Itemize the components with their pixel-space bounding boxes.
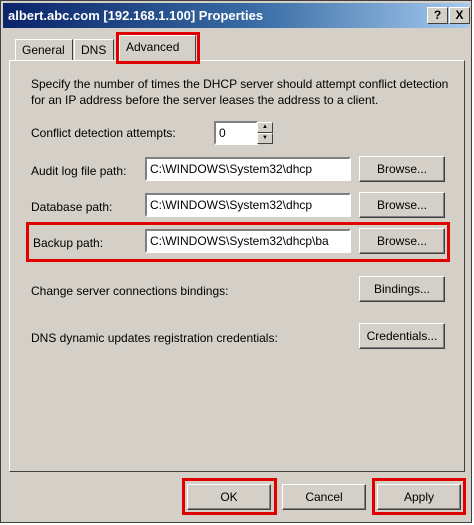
conflict-spinner[interactable]: ▲ ▼ bbox=[257, 122, 273, 144]
title-bar[interactable]: albert.abc.com [192.168.1.100] Propertie… bbox=[3, 3, 470, 28]
database-browse-button[interactable]: Browse... bbox=[359, 192, 445, 218]
audit-browse-button[interactable]: Browse... bbox=[359, 156, 445, 182]
spin-up-icon[interactable]: ▲ bbox=[257, 122, 273, 133]
bindings-button[interactable]: Bindings... bbox=[359, 276, 445, 302]
window-title: albert.abc.com [192.168.1.100] Propertie… bbox=[8, 8, 264, 23]
bindings-label: Change server connections bindings: bbox=[31, 284, 229, 298]
spin-down-icon[interactable]: ▼ bbox=[257, 133, 273, 144]
description-text: Specify the number of times the DHCP ser… bbox=[31, 77, 449, 107]
credentials-button[interactable]: Credentials... bbox=[359, 323, 445, 349]
help-button[interactable]: ? bbox=[427, 7, 448, 24]
tab-advanced[interactable]: Advanced bbox=[119, 35, 196, 61]
close-button[interactable]: X bbox=[449, 7, 470, 24]
credentials-label: DNS dynamic updates registration credent… bbox=[31, 331, 278, 345]
tab-general[interactable]: General bbox=[15, 39, 73, 61]
apply-button-highlight bbox=[372, 478, 466, 515]
cancel-button[interactable]: Cancel bbox=[282, 484, 366, 510]
backup-path-highlight bbox=[26, 222, 450, 262]
conflict-label: Conflict detection attempts: bbox=[31, 126, 176, 140]
ok-button-highlight bbox=[182, 478, 277, 515]
database-path-input[interactable]: C:\WINDOWS\System32\dhcp bbox=[145, 193, 351, 217]
database-path-label: Database path: bbox=[31, 200, 113, 214]
conflict-attempts-input[interactable]: 0 bbox=[214, 121, 258, 145]
properties-dialog: albert.abc.com [192.168.1.100] Propertie… bbox=[0, 0, 472, 523]
audit-log-path-input[interactable]: C:\WINDOWS\System32\dhcp bbox=[145, 157, 351, 181]
audit-log-label: Audit log file path: bbox=[31, 164, 127, 178]
tab-dns[interactable]: DNS bbox=[74, 39, 114, 61]
